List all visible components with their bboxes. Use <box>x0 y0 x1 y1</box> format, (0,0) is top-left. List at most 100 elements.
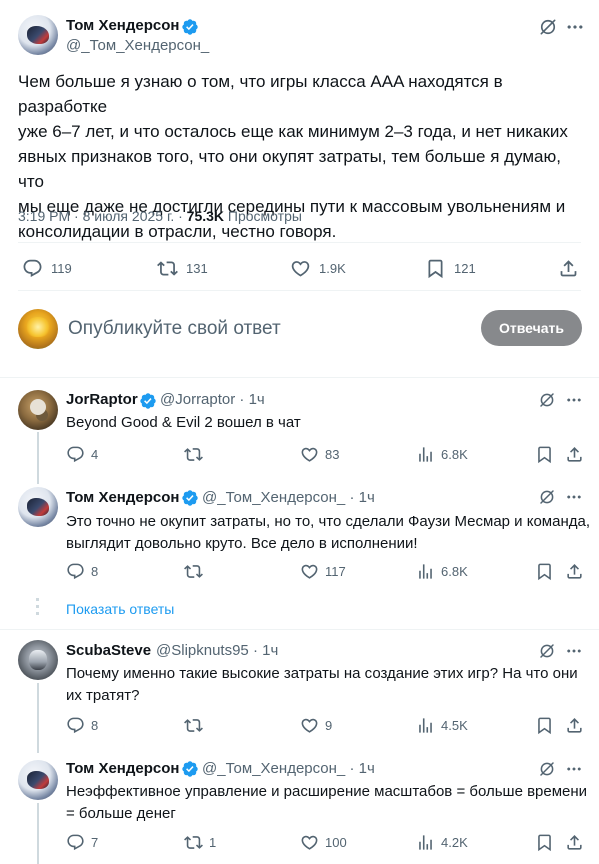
author-name[interactable]: Том Хендерсон <box>66 17 179 34</box>
author-handle-text[interactable]: @Slipknuts95 <box>156 642 249 659</box>
repost-button[interactable]: 131 <box>157 258 208 279</box>
author-handle: @_Том_Хендерсон_ · 1ч <box>202 489 375 506</box>
repost-icon <box>184 445 203 464</box>
views-button[interactable]: 4.5K <box>416 716 468 735</box>
verified-badge-icon <box>181 18 199 36</box>
like-count: 1.9K <box>319 261 346 276</box>
reply-text-line: Beyond Good & Evil 2 вошел в чат <box>66 414 301 431</box>
avatar[interactable] <box>18 487 58 527</box>
author-name[interactable]: Том Хендерсон <box>66 760 179 777</box>
views-icon <box>416 833 435 852</box>
views-count: 6.8K <box>441 447 468 462</box>
like-icon <box>300 833 319 852</box>
reply-count: 8 <box>91 564 99 579</box>
repost-button[interactable] <box>184 716 203 735</box>
reply-text: Beyond Good & Evil 2 вошел в чат <box>66 412 586 434</box>
reply-button[interactable]: 119 <box>22 258 72 279</box>
share-button[interactable] <box>565 716 584 735</box>
share-button[interactable] <box>565 833 584 852</box>
reply-text-line: их тратят? <box>66 687 140 704</box>
more-icon[interactable] <box>565 642 583 660</box>
grok-icon[interactable] <box>538 17 558 37</box>
more-icon[interactable] <box>565 391 583 409</box>
views-count: 4.2K <box>441 835 468 850</box>
verified-badge-icon <box>139 392 157 410</box>
bookmark-button[interactable]: 121 <box>425 258 476 279</box>
like-icon <box>300 716 319 735</box>
bookmark-button[interactable] <box>535 445 554 464</box>
reply-button[interactable]: 4 <box>66 445 98 464</box>
grok-icon[interactable] <box>538 642 556 660</box>
views-icon <box>416 716 435 735</box>
grok-icon[interactable] <box>538 488 556 506</box>
like-icon <box>300 562 319 581</box>
like-count: 83 <box>325 447 340 462</box>
post-meta: 3:19 PM · 8 июля 2025 г. · 75.3K Просмот… <box>18 208 302 224</box>
reply-input[interactable]: Опубликуйте свой ответ <box>68 318 281 340</box>
post-time[interactable]: · 1ч <box>349 760 374 777</box>
like-button[interactable]: 83 <box>300 445 339 464</box>
share-button[interactable] <box>558 258 579 279</box>
more-icon[interactable] <box>565 17 585 37</box>
author-handle-text[interactable]: @_Том_Хендерсон_ <box>202 760 345 777</box>
author-name[interactable]: JorRaptor <box>66 391 138 408</box>
thread-more-dots <box>36 598 39 618</box>
like-button[interactable]: 100 <box>300 833 347 852</box>
post-time[interactable]: 3:19 PM · 8 июля 2025 г. · <box>18 208 183 224</box>
more-icon[interactable] <box>565 760 583 778</box>
views-button[interactable]: 4.2K <box>416 833 468 852</box>
like-button[interactable]: 117 <box>300 562 346 581</box>
repost-button[interactable] <box>184 445 203 464</box>
post-text-line: Чем больше я узнаю о том, что игры класс… <box>18 72 503 116</box>
divider <box>0 629 599 630</box>
views-icon <box>416 445 435 464</box>
views-icon <box>416 562 435 581</box>
show-replies-link[interactable]: Показать ответы <box>66 601 174 617</box>
post-time[interactable]: · 1ч <box>349 489 374 506</box>
grok-icon[interactable] <box>538 760 556 778</box>
bookmark-button[interactable] <box>535 716 554 735</box>
grok-icon[interactable] <box>538 391 556 409</box>
bookmark-button[interactable] <box>535 833 554 852</box>
avatar[interactable] <box>18 15 58 55</box>
reply-text-line: = больше денег <box>66 805 176 822</box>
like-count: 100 <box>325 835 347 850</box>
author-handle[interactable]: @_Том_Хендерсон_ <box>66 37 209 54</box>
avatar[interactable] <box>18 640 58 680</box>
views-button[interactable]: 6.8K <box>416 562 468 581</box>
share-icon <box>565 833 584 852</box>
author-handle-text[interactable]: @Jorraptor <box>160 391 235 408</box>
reply-count: 119 <box>51 261 72 276</box>
repost-icon <box>184 562 203 581</box>
more-icon[interactable] <box>565 488 583 506</box>
reply-button[interactable]: 8 <box>66 716 98 735</box>
divider <box>0 377 599 378</box>
avatar[interactable] <box>18 760 58 800</box>
reply-submit-button[interactable]: Отвечать <box>481 310 582 346</box>
author-name[interactable]: Том Хендерсон <box>66 489 179 506</box>
repost-icon <box>184 716 203 735</box>
post-time[interactable]: · 1ч <box>253 642 278 659</box>
repost-button[interactable] <box>184 562 203 581</box>
views-count: 6.8K <box>441 564 468 579</box>
author-name[interactable]: ScubaSteve <box>66 642 151 659</box>
like-button[interactable]: 9 <box>300 716 332 735</box>
share-button[interactable] <box>565 445 584 464</box>
reply-button[interactable]: 7 <box>66 833 98 852</box>
share-button[interactable] <box>565 562 584 581</box>
bookmark-icon <box>535 562 554 581</box>
views-button[interactable]: 6.8K <box>416 445 468 464</box>
post-time[interactable]: · 1ч <box>239 391 264 408</box>
reply-text: Неэффективное управление и расширение ма… <box>66 781 590 825</box>
reply-button[interactable]: 8 <box>66 562 98 581</box>
verified-badge-icon <box>181 760 199 778</box>
repost-button[interactable]: 1 <box>184 833 216 852</box>
like-button[interactable]: 1.9K <box>290 258 346 279</box>
share-icon <box>565 562 584 581</box>
author-handle-text[interactable]: @_Том_Хендерсон_ <box>202 489 345 506</box>
avatar[interactable] <box>18 390 58 430</box>
post-text-line: явных признаков того, что они окупят зат… <box>18 147 561 191</box>
bookmark-button[interactable] <box>535 562 554 581</box>
author-handle: @Jorraptor · 1ч <box>160 391 265 408</box>
like-count: 9 <box>325 718 333 733</box>
